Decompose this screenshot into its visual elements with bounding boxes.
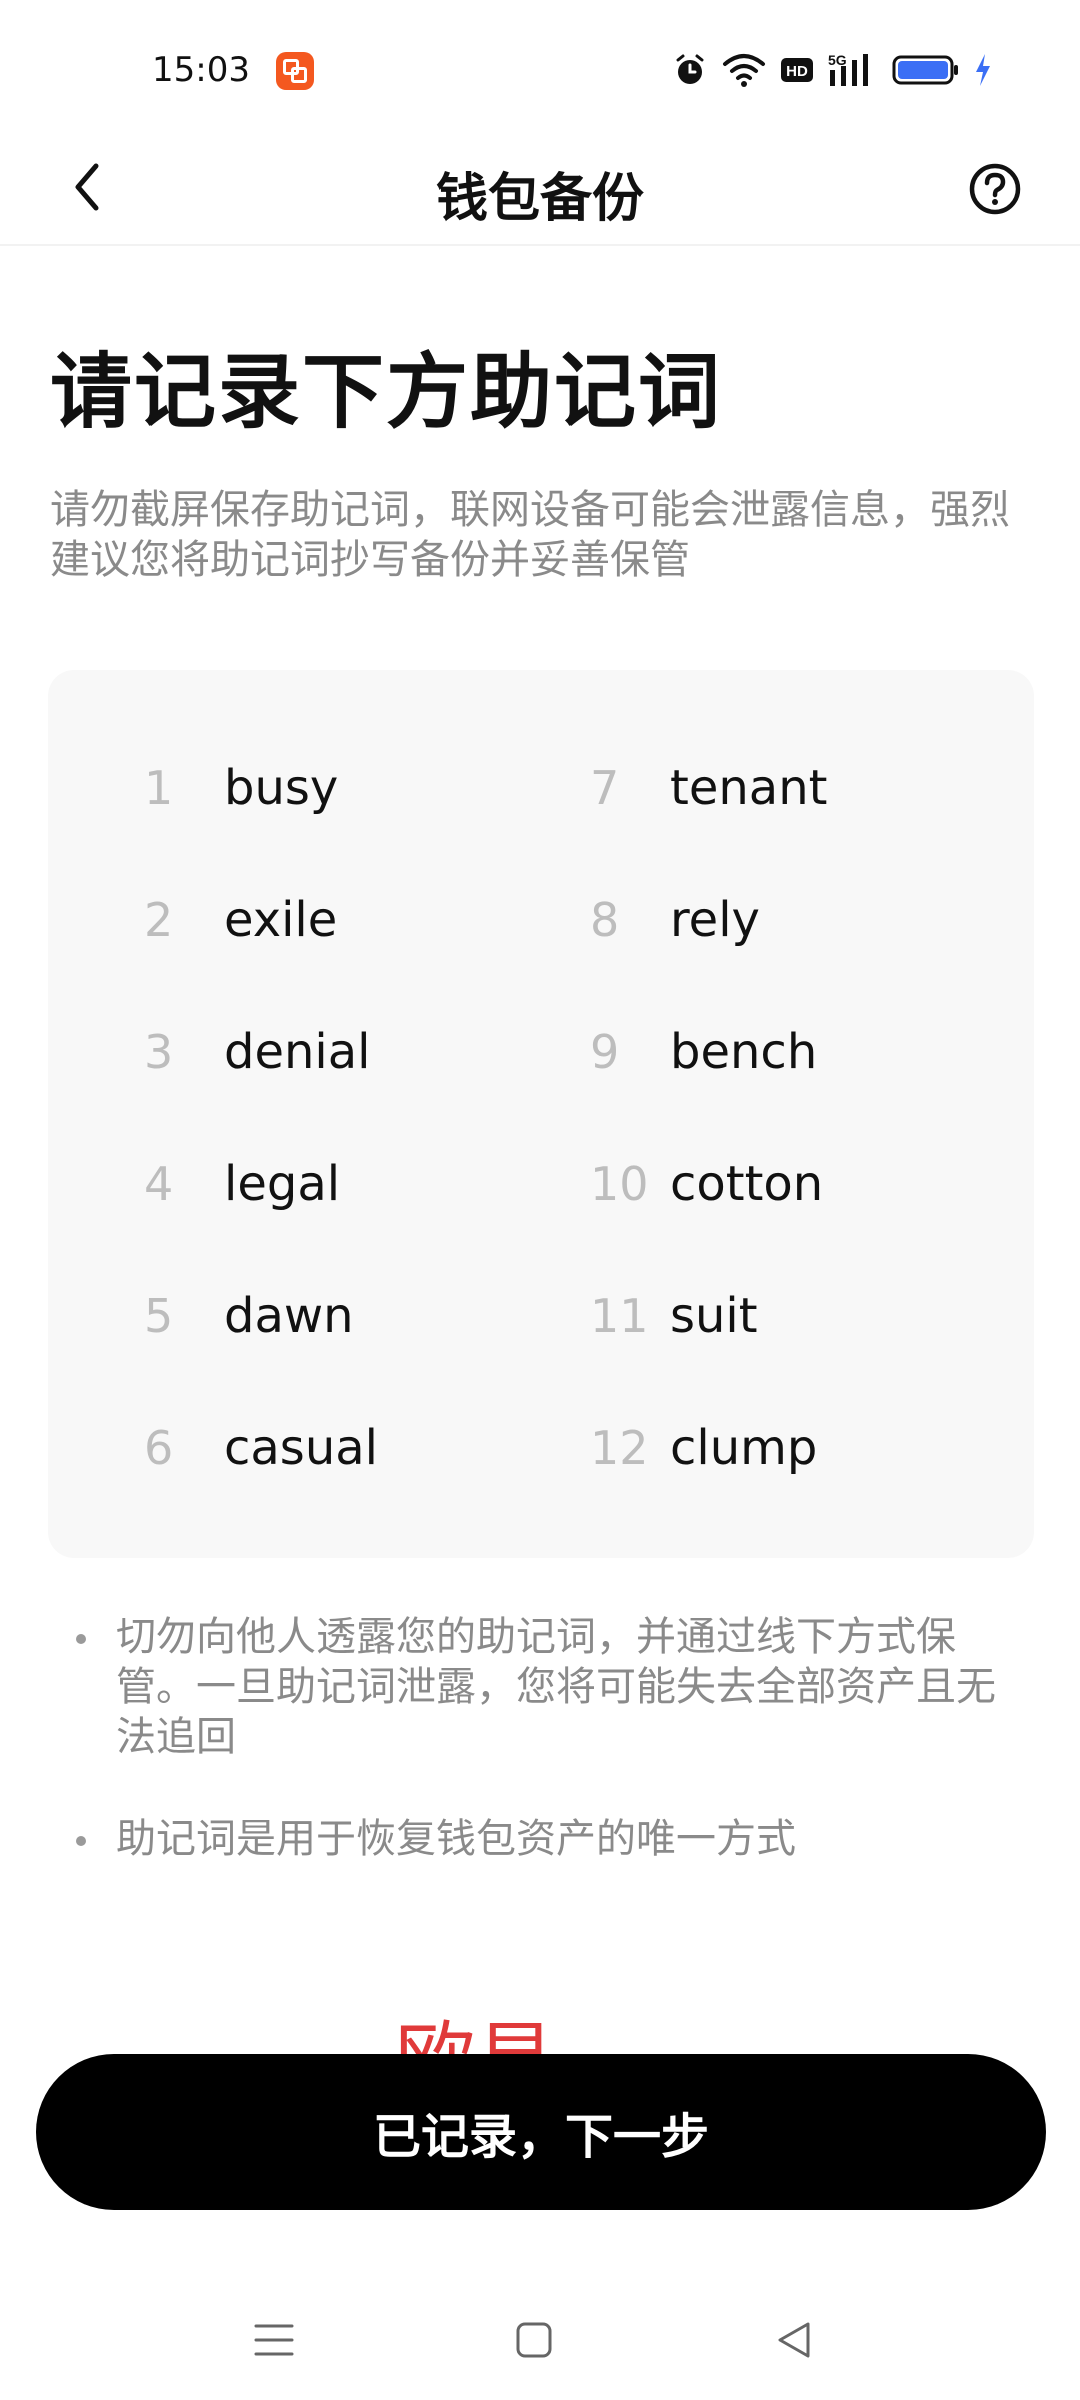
mnemonic-word-item: 10 cotton — [590, 1144, 823, 1224]
alarm-icon — [676, 54, 704, 84]
status-icons: HD 5G — [672, 50, 992, 90]
back-triangle-icon — [778, 2322, 810, 2358]
word-text: tenant — [670, 760, 828, 816]
charging-icon — [976, 54, 990, 86]
word-number: 8 — [590, 893, 620, 947]
word-text: rely — [670, 892, 760, 948]
mnemonic-word-item: 9 bench — [590, 1012, 817, 1092]
question-circle-icon — [969, 163, 1021, 215]
menu-button[interactable] — [244, 2310, 304, 2370]
word-text: suit — [670, 1288, 758, 1344]
word-text: clump — [670, 1420, 818, 1476]
mnemonic-word-item: 12 clump — [590, 1408, 817, 1488]
mnemonic-word-item: 8 rely — [590, 880, 760, 960]
tips-list: 切勿向他人透露您的助记词，并通过线下方式保管。一旦助记词泄露，您将可能失去全部资… — [72, 1612, 1022, 1916]
svg-text:HD: HD — [786, 63, 808, 80]
home-icon — [516, 2322, 552, 2358]
app-badge-icon — [276, 52, 314, 90]
mnemonic-card: 1 busy 2 exile 3 denial 4 legal 5 dawn 6… — [48, 670, 1034, 1558]
svg-text:5G: 5G — [828, 52, 847, 68]
word-text: busy — [224, 760, 339, 816]
wifi-icon — [723, 54, 765, 87]
word-number: 5 — [144, 1289, 174, 1343]
word-number: 7 — [590, 761, 620, 815]
hd-icon: HD — [781, 58, 813, 82]
word-text: legal — [224, 1156, 341, 1212]
status-time: 15:03 — [152, 50, 250, 90]
mnemonic-word-item: 3 denial — [144, 1012, 371, 1092]
page-heading: 请记录下方助记词 — [50, 345, 723, 440]
mnemonic-word-item: 1 busy — [144, 748, 338, 828]
battery-icon — [892, 55, 958, 85]
page-title: 钱包备份 — [435, 169, 644, 229]
next-step-button[interactable]: 已记录，下一步 — [36, 2054, 1046, 2210]
system-nav-bar — [0, 2300, 1080, 2380]
page-description: 请勿截屏保存助记词，联网设备可能会泄露信息，强烈建议您将助记词抄写备份并妥善保管 — [50, 487, 1010, 583]
help-button[interactable] — [960, 154, 1030, 224]
tip-item: 助记词是用于恢复钱包资产的唯一方式 — [72, 1814, 1022, 1864]
word-number: 10 — [590, 1157, 649, 1211]
word-number: 11 — [590, 1289, 649, 1343]
mnemonic-word-item: 11 suit — [590, 1276, 758, 1356]
word-text: denial — [224, 1024, 371, 1080]
word-text: exile — [224, 892, 338, 948]
mnemonic-word-item: 4 legal — [144, 1144, 340, 1224]
word-number: 4 — [144, 1157, 174, 1211]
word-number: 6 — [144, 1421, 174, 1475]
5g-signal-icon: 5G — [828, 52, 868, 86]
word-text: cotton — [670, 1156, 824, 1212]
mnemonic-word-item: 2 exile — [144, 880, 337, 960]
menu-icon — [254, 2324, 294, 2356]
system-back-button[interactable] — [764, 2310, 824, 2370]
mnemonic-word-item: 7 tenant — [590, 748, 827, 828]
word-number: 9 — [590, 1025, 620, 1079]
word-text: bench — [670, 1024, 818, 1080]
nav-bar: 钱包备份 — [0, 130, 1080, 246]
mnemonic-word-item: 6 casual — [144, 1408, 378, 1488]
word-text: dawn — [224, 1288, 354, 1344]
word-number: 2 — [144, 893, 174, 947]
word-text: casual — [224, 1420, 378, 1476]
tip-item: 切勿向他人透露您的助记词，并通过线下方式保管。一旦助记词泄露，您将可能失去全部资… — [72, 1612, 1022, 1762]
home-button[interactable] — [504, 2310, 564, 2370]
word-number: 12 — [590, 1421, 649, 1475]
word-number: 3 — [144, 1025, 174, 1079]
word-number: 1 — [144, 761, 174, 815]
mnemonic-word-item: 5 dawn — [144, 1276, 354, 1356]
status-bar: 15:03 HD 5G — [0, 0, 1080, 130]
